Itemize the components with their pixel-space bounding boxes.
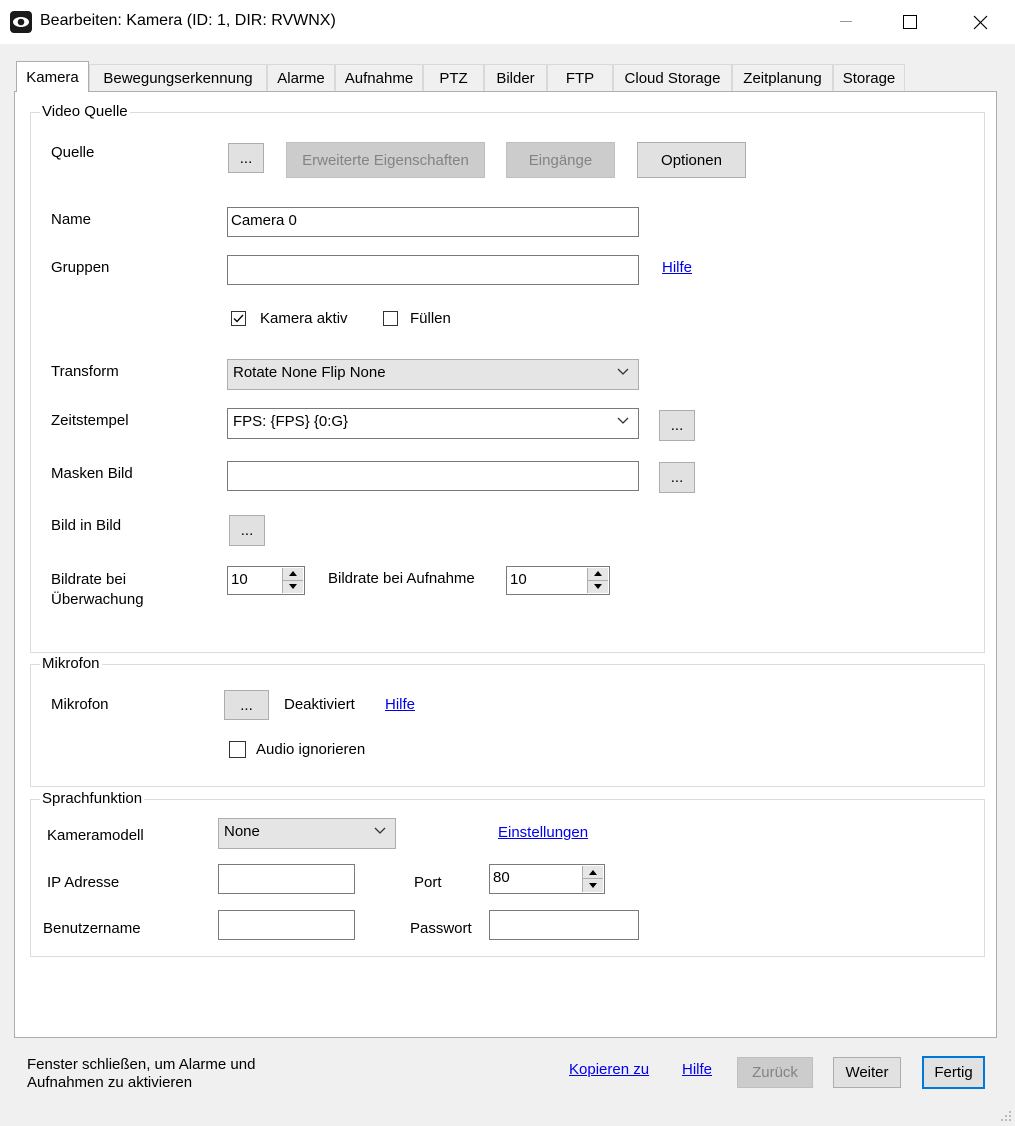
- minimize-icon: [840, 21, 852, 22]
- masken-bild-label: Masken Bild: [51, 465, 133, 482]
- bildrate-ueberwachung-label-line1: Bildrate bei: [51, 571, 127, 588]
- einstellungen-link[interactable]: Einstellungen: [498, 824, 588, 841]
- audio-ignorieren-checkbox[interactable]: [229, 741, 246, 758]
- close-icon: [973, 15, 987, 29]
- zurueck-button[interactable]: Zurück: [737, 1057, 813, 1088]
- port-spinner[interactable]: 80: [489, 864, 605, 894]
- window-title: Bearbeiten: Kamera (ID: 1, DIR: RVWNX): [40, 12, 336, 29]
- footer-note-line2: Aufnahmen zu aktivieren: [27, 1074, 193, 1091]
- tab-storage[interactable]: Storage: [833, 64, 905, 91]
- passwort-field[interactable]: [489, 910, 639, 940]
- port-value: 80: [493, 869, 510, 886]
- kameramodell-label: Kameramodell: [47, 827, 144, 844]
- audio-ignorieren-label: Audio ignorieren: [256, 741, 366, 758]
- passwort-label: Passwort: [410, 920, 472, 937]
- footer-note-line1: Fenster schließen, um Alarme und: [27, 1056, 256, 1073]
- benutzername-label: Benutzername: [43, 920, 141, 937]
- eye-app-icon: [10, 11, 32, 33]
- fuellen-checkbox[interactable]: [383, 311, 398, 326]
- kamera-aktiv-label: Kamera aktiv: [260, 310, 348, 327]
- masken-bild-browse-button[interactable]: ...: [659, 462, 695, 493]
- title-bar: Bearbeiten: Kamera (ID: 1, DIR: RVWNX): [0, 0, 1015, 44]
- fuellen-label: Füllen: [410, 310, 451, 327]
- mikrofon-label: Mikrofon: [51, 696, 109, 713]
- checkmark-icon: [233, 314, 244, 323]
- eingaenge-button[interactable]: Eingänge: [506, 142, 615, 178]
- mikrofon-legend: Mikrofon: [40, 655, 102, 672]
- spin-down-icon[interactable]: [283, 581, 303, 594]
- mikrofon-group: [30, 664, 985, 787]
- spinner-arrows[interactable]: [582, 866, 603, 892]
- bildrate-ueberwachung-spinner[interactable]: 10: [227, 566, 305, 595]
- chevron-down-icon: [617, 368, 629, 375]
- tab-aufnahme[interactable]: Aufnahme: [335, 64, 423, 91]
- fertig-button[interactable]: Fertig: [922, 1056, 985, 1089]
- benutzername-field[interactable]: [218, 910, 355, 940]
- sprachfunktion-legend: Sprachfunktion: [40, 790, 145, 807]
- transform-value: Rotate None Flip None: [233, 364, 386, 381]
- kamera-aktiv-checkbox[interactable]: [231, 311, 246, 326]
- close-button[interactable]: [957, 0, 1003, 44]
- transform-label: Transform: [51, 363, 119, 380]
- name-field[interactable]: Camera 0: [227, 207, 639, 237]
- resize-grip-icon[interactable]: [998, 1108, 1012, 1122]
- footer-note: Fenster schließen, um Alarme und Aufnahm…: [27, 1056, 255, 1092]
- tab-kamera[interactable]: Kamera: [16, 61, 89, 92]
- name-label: Name: [51, 211, 92, 228]
- bild-in-bild-browse-button[interactable]: ...: [229, 515, 265, 546]
- maximize-icon: [903, 15, 917, 29]
- tab-ptz[interactable]: PTZ: [423, 64, 484, 91]
- footer-hilfe-link[interactable]: Hilfe: [682, 1061, 712, 1078]
- gruppen-label: Gruppen: [51, 259, 110, 276]
- ip-adresse-field[interactable]: [218, 864, 355, 894]
- mikrofon-hilfe-link[interactable]: Hilfe: [385, 696, 415, 713]
- transform-select[interactable]: Rotate None Flip None: [227, 359, 639, 390]
- quelle-browse-button[interactable]: ...: [228, 143, 264, 173]
- quelle-label: Quelle: [51, 144, 95, 161]
- ip-adresse-label: IP Adresse: [47, 874, 120, 891]
- tab-zeitplanung[interactable]: Zeitplanung: [732, 64, 833, 91]
- zeitstempel-value: FPS: {FPS} {0:G}: [233, 413, 349, 430]
- gruppen-hilfe-link[interactable]: Hilfe: [662, 259, 692, 276]
- spin-down-icon[interactable]: [583, 879, 603, 892]
- chevron-down-icon: [374, 827, 386, 834]
- kameramodell-value: None: [224, 823, 260, 840]
- bildrate-ueberwachung-value: 10: [231, 571, 248, 588]
- tab-ftp[interactable]: FTP: [547, 64, 613, 91]
- bildrate-aufnahme-value: 10: [510, 571, 527, 588]
- tab-bewegungserkennung[interactable]: Bewegungserkennung: [89, 64, 267, 91]
- bild-in-bild-label: Bild in Bild: [51, 517, 122, 534]
- spinner-arrows[interactable]: [587, 568, 608, 593]
- kameramodell-select[interactable]: None: [218, 818, 396, 849]
- optionen-button[interactable]: Optionen: [637, 142, 746, 178]
- gruppen-field[interactable]: [227, 255, 639, 285]
- bildrate-aufnahme-label: Bildrate bei Aufnahme: [328, 570, 475, 587]
- bildrate-ueberwachung-label: Bildrate bei Überwachung: [51, 570, 144, 610]
- zeitstempel-browse-button[interactable]: ...: [659, 410, 695, 441]
- weiter-button[interactable]: Weiter: [833, 1057, 901, 1088]
- tab-cloud-storage[interactable]: Cloud Storage: [613, 64, 732, 91]
- kopieren-zu-link[interactable]: Kopieren zu: [569, 1061, 649, 1078]
- bildrate-aufnahme-spinner[interactable]: 10: [506, 566, 610, 595]
- tab-alarme[interactable]: Alarme: [267, 64, 335, 91]
- erweiterte-eigenschaften-button[interactable]: Erweiterte Eigenschaften: [286, 142, 485, 178]
- spin-up-icon[interactable]: [588, 568, 608, 581]
- mikrofon-browse-button[interactable]: ...: [224, 690, 269, 720]
- chevron-down-icon: [617, 417, 629, 424]
- mikrofon-status: Deaktiviert: [284, 696, 355, 713]
- zeitstempel-select[interactable]: FPS: {FPS} {0:G}: [227, 408, 639, 439]
- zeitstempel-label: Zeitstempel: [51, 412, 129, 429]
- spin-down-icon[interactable]: [588, 581, 608, 594]
- maximize-button[interactable]: [887, 0, 933, 44]
- spin-up-icon[interactable]: [583, 866, 603, 879]
- spinner-arrows[interactable]: [282, 568, 303, 593]
- tab-bilder[interactable]: Bilder: [484, 64, 547, 91]
- minimize-button[interactable]: [823, 0, 869, 44]
- spin-up-icon[interactable]: [283, 568, 303, 581]
- port-label: Port: [414, 874, 442, 891]
- video-quelle-legend: Video Quelle: [40, 103, 130, 120]
- masken-bild-field[interactable]: [227, 461, 639, 491]
- bildrate-ueberwachung-label-line2: Überwachung: [51, 591, 144, 608]
